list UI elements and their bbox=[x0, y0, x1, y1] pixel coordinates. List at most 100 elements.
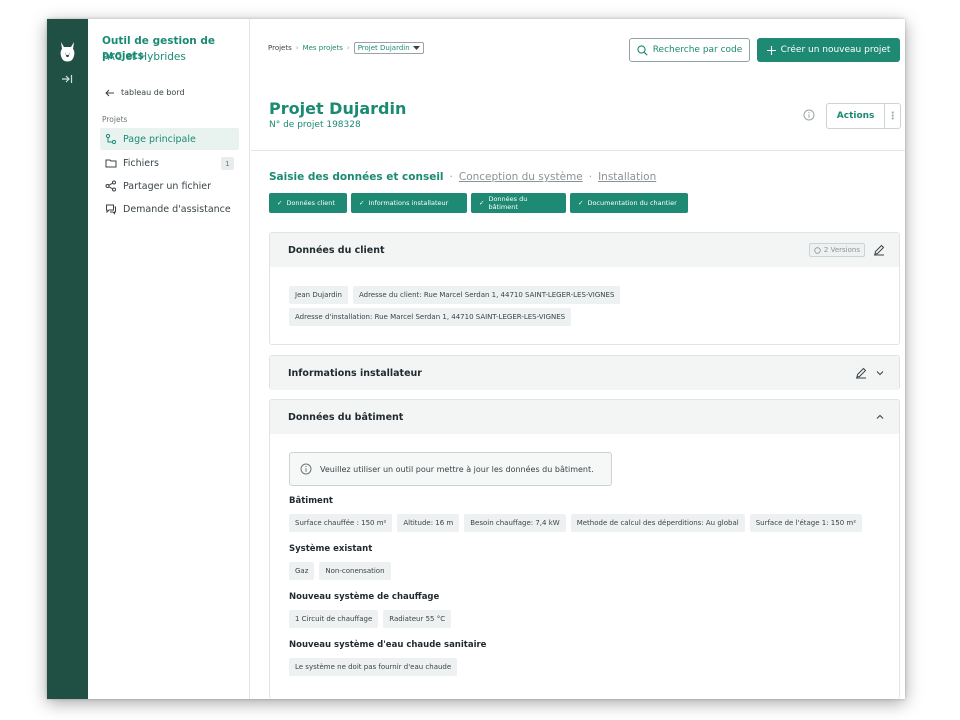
back-label: tableau de bord bbox=[121, 88, 185, 97]
workflow-steps: Saisie des données et conseil · Concepti… bbox=[269, 171, 656, 183]
installer-panel-header[interactable]: Informations installateur bbox=[270, 356, 899, 390]
info-tag: 1 Circuit de chauffage bbox=[289, 610, 379, 628]
client-data-panel: Données du client 2 Versions Jean Dujard… bbox=[269, 232, 900, 345]
panel-title: Données du client bbox=[288, 244, 385, 256]
sidebar-item-label: Fichiers bbox=[123, 157, 159, 169]
plus-icon bbox=[766, 45, 776, 55]
sidebar-item-label: Page principale bbox=[123, 133, 196, 145]
info-tag: Le système ne doit pas fournir d'eau cha… bbox=[289, 658, 458, 676]
info-tag: Radiateur 55 °C bbox=[383, 610, 452, 628]
file-count-badge: 1 bbox=[221, 157, 234, 170]
info-tag: Non-conensation bbox=[319, 562, 391, 580]
more-vertical-icon[interactable]: ⋮ bbox=[884, 104, 900, 128]
back-to-dashboard-link[interactable]: tableau de bord bbox=[105, 88, 185, 97]
info-tag: Surface de l'étage 1: 150 m² bbox=[749, 514, 863, 532]
actions-label: Actions bbox=[836, 111, 875, 121]
chip-donnees-batiment[interactable]: ✓ Données du bâtiment bbox=[471, 193, 566, 213]
installation-address-tag: Adresse d'installation: Rue Marcel Serda… bbox=[289, 308, 572, 326]
chevron-up-icon[interactable] bbox=[875, 412, 885, 422]
step-current[interactable]: Saisie des données et conseil bbox=[269, 171, 444, 183]
check-icon: ✓ bbox=[578, 199, 584, 207]
step-separator: · bbox=[588, 171, 593, 183]
actions-menu-button[interactable]: Actions ⋮ bbox=[826, 103, 901, 129]
search-icon bbox=[637, 44, 648, 56]
check-icon: ✓ bbox=[359, 199, 365, 207]
info-tag: Altitude: 16 m bbox=[397, 514, 460, 532]
section-label-systeme-existant: Système existant bbox=[289, 544, 373, 554]
sidebar: Outil de gestion de projets PAC et Hybri… bbox=[88, 19, 250, 699]
side-rail bbox=[47, 19, 88, 699]
caret-down-icon bbox=[412, 45, 420, 50]
breadcrumb-current-label: Projet Dujardin bbox=[357, 44, 410, 52]
building-data-panel: Données du bâtiment Veuillez utiliser un… bbox=[269, 399, 900, 699]
hot-water-tags: Le système ne doit pas fournir d'eau cha… bbox=[289, 658, 458, 676]
animal-logo-icon bbox=[60, 42, 75, 62]
versions-badge[interactable]: 2 Versions bbox=[808, 243, 865, 257]
info-tag: Surface chauffée : 150 m² bbox=[289, 514, 393, 532]
project-number: N° de projet 198328 bbox=[269, 120, 361, 130]
flow-icon bbox=[105, 133, 117, 145]
chevron-right-icon: › bbox=[346, 44, 350, 52]
create-project-button[interactable]: Créer un nouveau projet bbox=[757, 38, 900, 62]
chat-icon bbox=[106, 204, 116, 215]
share-icon bbox=[105, 180, 116, 192]
expand-sidebar-icon[interactable] bbox=[60, 72, 74, 86]
info-icon bbox=[300, 463, 312, 475]
top-bar: Projets › Mes projets › Projet Dujardin … bbox=[251, 19, 905, 79]
sidebar-item-label: Partager un fichier bbox=[123, 180, 212, 192]
panel-title: Données du bâtiment bbox=[288, 411, 404, 423]
history-icon bbox=[814, 246, 821, 254]
existing-system-tags: Gaz Non-conensation bbox=[289, 562, 391, 580]
chip-label: Données du bâtiment bbox=[488, 195, 528, 211]
section-chips: ✓ Données client ✓ Informations installate… bbox=[269, 193, 688, 213]
breadcrumb-project-select[interactable]: Projet Dujardin bbox=[353, 42, 424, 54]
folder-icon bbox=[105, 159, 117, 168]
sidebar-item-fichiers[interactable]: Fichiers 1 bbox=[100, 152, 239, 174]
edit-icon[interactable] bbox=[855, 367, 867, 379]
client-tags-row-2: Adresse d'installation: Rue Marcel Serda… bbox=[289, 308, 572, 326]
chip-label: Informations installateur bbox=[368, 199, 449, 207]
building-notice: Veuillez utiliser un outil pour mettre à… bbox=[289, 452, 612, 486]
panel-header-actions: 2 Versions bbox=[808, 233, 885, 267]
breadcrumb-mes-projets[interactable]: Mes projets bbox=[303, 44, 343, 52]
client-panel-header[interactable]: Données du client 2 Versions bbox=[270, 233, 899, 267]
info-tag: Gaz bbox=[289, 562, 315, 580]
client-name-tag: Jean Dujardin bbox=[289, 286, 348, 304]
batiment-tags: Surface chauffée : 150 m² Altitude: 16 m… bbox=[289, 514, 863, 532]
step-installation[interactable]: Installation bbox=[598, 171, 656, 183]
header-divider bbox=[251, 150, 905, 151]
chip-donnees-client[interactable]: ✓ Données client bbox=[269, 193, 347, 213]
create-button-label: Créer un nouveau projet bbox=[780, 45, 891, 55]
info-tag: Methode de calcul des déperditions: Au g… bbox=[570, 514, 745, 532]
sidebar-item-partager[interactable]: Partager un fichier bbox=[100, 175, 239, 197]
building-panel-header[interactable]: Données du bâtiment bbox=[270, 400, 899, 434]
client-address-tag: Adresse du client: Rue Marcel Serdan 1, … bbox=[352, 286, 621, 304]
info-icon[interactable] bbox=[803, 109, 815, 121]
search-button-label: Recherche par code bbox=[652, 45, 743, 55]
app-subtitle: PAC et Hybrides bbox=[102, 51, 186, 63]
installer-info-panel: Informations installateur bbox=[269, 355, 900, 390]
section-label-eau-chaude: Nouveau système d'eau chaude sanitaire bbox=[289, 640, 487, 650]
breadcrumb: Projets › Mes projets › Projet Dujardin bbox=[268, 42, 424, 54]
sidebar-item-page-principale[interactable]: Page principale bbox=[100, 128, 239, 150]
check-icon: ✓ bbox=[479, 199, 485, 207]
panel-header-actions bbox=[875, 400, 885, 434]
search-by-code-button[interactable]: Recherche par code bbox=[629, 38, 750, 62]
chip-label: Documentation du chantier bbox=[587, 199, 677, 207]
notice-text: Veuillez utiliser un outil pour mettre à… bbox=[320, 464, 594, 474]
sidebar-section-label: Projets bbox=[102, 115, 128, 124]
step-separator: · bbox=[449, 171, 453, 183]
sidebar-item-assistance[interactable]: Demande d'assistance bbox=[100, 198, 239, 220]
chip-informations-installateur[interactable]: ✓ Informations installateur bbox=[351, 193, 467, 213]
arrow-left-icon bbox=[105, 89, 114, 96]
app-window: Outil de gestion de projets PAC et Hybri… bbox=[47, 19, 905, 699]
chevron-down-icon[interactable] bbox=[875, 368, 885, 378]
panel-title: Informations installateur bbox=[288, 367, 422, 379]
edit-icon[interactable] bbox=[873, 244, 885, 256]
breadcrumb-projets[interactable]: Projets bbox=[268, 44, 292, 52]
chip-documentation-chantier[interactable]: ✓ Documentation du chantier bbox=[570, 193, 688, 213]
step-conception[interactable]: Conception du système bbox=[459, 171, 583, 183]
info-tag: Besoin chauffage: 7,4 kW bbox=[464, 514, 566, 532]
section-label-batiment: Bâtiment bbox=[289, 496, 333, 506]
chip-label: Données client bbox=[286, 199, 335, 207]
